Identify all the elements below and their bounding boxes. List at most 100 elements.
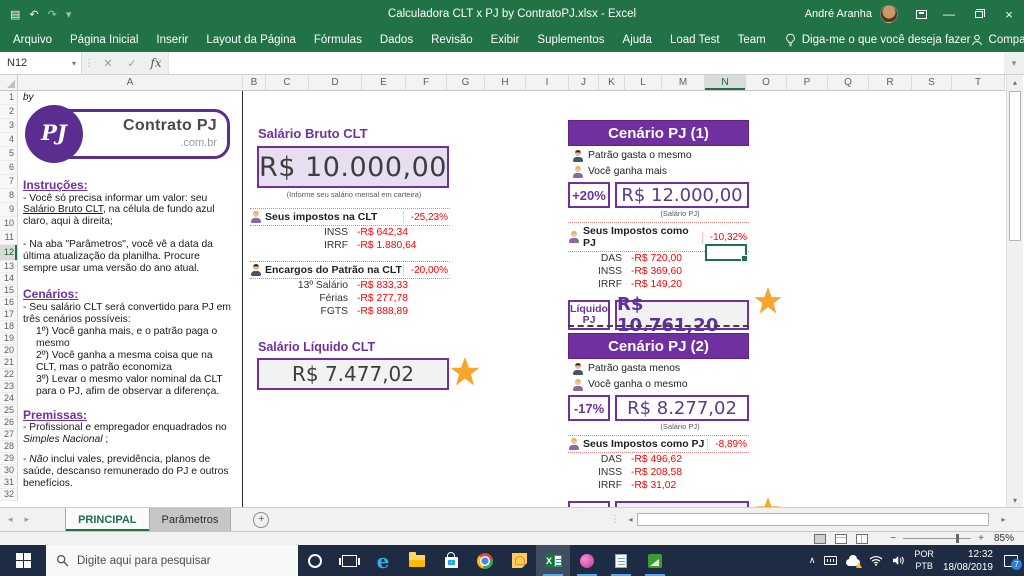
column-header-B[interactable]: B <box>243 75 266 91</box>
row-header-23[interactable]: 23 <box>0 381 17 393</box>
select-all-corner[interactable] <box>0 75 18 91</box>
zoom-slider[interactable] <box>903 538 971 539</box>
net-salary-cell[interactable]: R$ 7.477,02 <box>257 358 449 390</box>
vertical-scrollbar[interactable]: ▴ ▾ <box>1006 75 1023 507</box>
action-center-icon[interactable]: 7 <box>1004 555 1018 567</box>
clock[interactable]: 12:3218/08/2019 <box>943 548 993 574</box>
task-view-button[interactable] <box>332 545 366 576</box>
tab-scrollbar-splitter[interactable]: ⋮ <box>606 508 624 531</box>
zoom-level[interactable]: 85% <box>994 533 1014 544</box>
notepad-button[interactable] <box>604 545 638 576</box>
ribbon-tab-dados[interactable]: Dados <box>371 28 422 52</box>
save-icon[interactable]: ▤ <box>10 8 20 21</box>
column-header-Q[interactable]: Q <box>828 75 869 91</box>
horizontal-scrollbar[interactable]: ◂ ▸ <box>624 508 1010 531</box>
tell-me-box[interactable]: Diga-me o que você deseja fazer <box>785 33 971 47</box>
cortana-button[interactable] <box>298 545 332 576</box>
undo-icon[interactable]: ↶ <box>29 8 38 21</box>
row-header-6[interactable]: 6 <box>0 161 17 175</box>
store-button[interactable] <box>434 545 468 576</box>
excel-taskbar-button[interactable]: X <box>536 545 570 576</box>
sheet-tab-parametros[interactable]: Parâmetros <box>150 508 232 531</box>
ribbon-tab-arquivo[interactable]: Arquivo <box>4 28 61 52</box>
column-header-O[interactable]: O <box>746 75 787 91</box>
ribbon-tab-layout-da-página[interactable]: Layout da Página <box>197 28 305 52</box>
new-sheet-button[interactable]: + <box>253 512 269 528</box>
ribbon-tab-exibir[interactable]: Exibir <box>482 28 529 52</box>
column-header-F[interactable]: F <box>406 75 447 91</box>
ribbon-tab-team[interactable]: Team <box>729 28 775 52</box>
sheet-nav-left-icon[interactable]: ◂ <box>8 514 13 525</box>
column-header-R[interactable]: R <box>869 75 912 91</box>
column-header-N[interactable]: N <box>705 75 746 91</box>
column-header-L[interactable]: L <box>625 75 662 91</box>
zoom-out-icon[interactable]: − <box>890 533 896 544</box>
column-header-G[interactable]: G <box>447 75 485 91</box>
sticky-notes-button[interactable] <box>502 545 536 576</box>
row-header-14[interactable]: 14 <box>0 273 17 285</box>
vertical-scrollbar-thumb[interactable] <box>1009 91 1021 241</box>
formula-bar-splitter[interactable]: ⋮ <box>82 52 96 74</box>
row-header-25[interactable]: 25 <box>0 405 17 417</box>
cancel-icon[interactable]: ✕ <box>96 52 120 74</box>
row-header-11[interactable]: 11 <box>0 231 17 245</box>
column-header-E[interactable]: E <box>362 75 406 91</box>
scroll-down-icon[interactable]: ▾ <box>1007 493 1023 507</box>
row-header-8[interactable]: 8 <box>0 189 17 203</box>
row-header-15[interactable]: 15 <box>0 285 17 297</box>
ribbon-tab-fórmulas[interactable]: Fórmulas <box>305 28 371 52</box>
row-header-30[interactable]: 30 <box>0 465 17 477</box>
scenario-2-percent-cell[interactable]: -17% <box>568 395 610 421</box>
ribbon-tab-load-test[interactable]: Load Test <box>661 28 729 52</box>
sheet-tab-principal[interactable]: PRINCIPAL <box>65 508 149 531</box>
ribbon-tab-página-inicial[interactable]: Página Inicial <box>61 28 147 52</box>
column-header-M[interactable]: M <box>662 75 705 91</box>
file-explorer-button[interactable] <box>400 545 434 576</box>
edge-button[interactable]: e <box>366 545 400 576</box>
ribbon-tab-ajuda[interactable]: Ajuda <box>614 28 661 52</box>
row-header-31[interactable]: 31 <box>0 477 17 489</box>
row-header-19[interactable]: 19 <box>0 333 17 345</box>
row-header-4[interactable]: 4 <box>0 133 17 147</box>
ribbon-display-options-button[interactable] <box>908 0 934 28</box>
scroll-up-icon[interactable]: ▴ <box>1007 75 1023 89</box>
formula-input[interactable] <box>168 52 1004 74</box>
touch-keyboard-icon[interactable] <box>824 556 837 565</box>
row-header-13[interactable]: 13 <box>0 261 17 273</box>
language-indicator[interactable]: PORPTB <box>914 549 934 572</box>
name-box[interactable]: N12 ▾ <box>0 52 82 74</box>
gross-salary-input-cell[interactable]: R$ 10.000,00 <box>257 146 449 188</box>
column-header-A[interactable]: A <box>18 75 243 91</box>
row-header-22[interactable]: 22 <box>0 369 17 381</box>
onedrive-cloud-warning-icon[interactable] <box>846 556 860 566</box>
scenario-1-percent-cell[interactable]: +20% <box>568 182 610 208</box>
row-header-3[interactable]: 3 <box>0 119 17 133</box>
row-header-18[interactable]: 18 <box>0 321 17 333</box>
pink-app-button[interactable] <box>570 545 604 576</box>
volume-icon[interactable] <box>892 555 905 566</box>
row-header-2[interactable]: 2 <box>0 105 17 119</box>
row-header-27[interactable]: 27 <box>0 429 17 441</box>
ribbon-tab-inserir[interactable]: Inserir <box>147 28 197 52</box>
page-break-view-icon[interactable] <box>856 534 868 544</box>
share-button[interactable]: Compartilhar <box>971 34 1024 46</box>
scenario-2-salary-cell[interactable]: R$ 8.277,02 <box>615 395 749 421</box>
name-box-dropdown-icon[interactable]: ▾ <box>72 59 76 68</box>
tray-chevron-icon[interactable]: ∧ <box>809 555 816 566</box>
ribbon-tab-suplementos[interactable]: Suplementos <box>528 28 613 52</box>
scenario-1-salary-cell[interactable]: R$ 12.000,00 <box>615 182 749 208</box>
column-header-T[interactable]: T <box>952 75 1005 91</box>
row-header-7[interactable]: 7 <box>0 175 17 189</box>
row-header-29[interactable]: 29 <box>0 453 17 465</box>
row-header-28[interactable]: 28 <box>0 441 17 453</box>
insert-function-icon[interactable]: fx <box>144 52 168 74</box>
worksheet-grid[interactable]: by Contrato PJ .com.br PJ Instruções: - … <box>18 91 1006 507</box>
zoom-in-icon[interactable]: + <box>978 533 984 544</box>
column-header-K[interactable]: K <box>599 75 625 91</box>
column-header-H[interactable]: H <box>485 75 526 91</box>
row-header-26[interactable]: 26 <box>0 417 17 429</box>
ribbon-tab-revisão[interactable]: Revisão <box>422 28 482 52</box>
qat-customize-icon[interactable]: ▾ <box>66 8 72 21</box>
horizontal-scrollbar-thumb[interactable] <box>637 513 989 526</box>
wifi-icon[interactable] <box>869 555 883 566</box>
